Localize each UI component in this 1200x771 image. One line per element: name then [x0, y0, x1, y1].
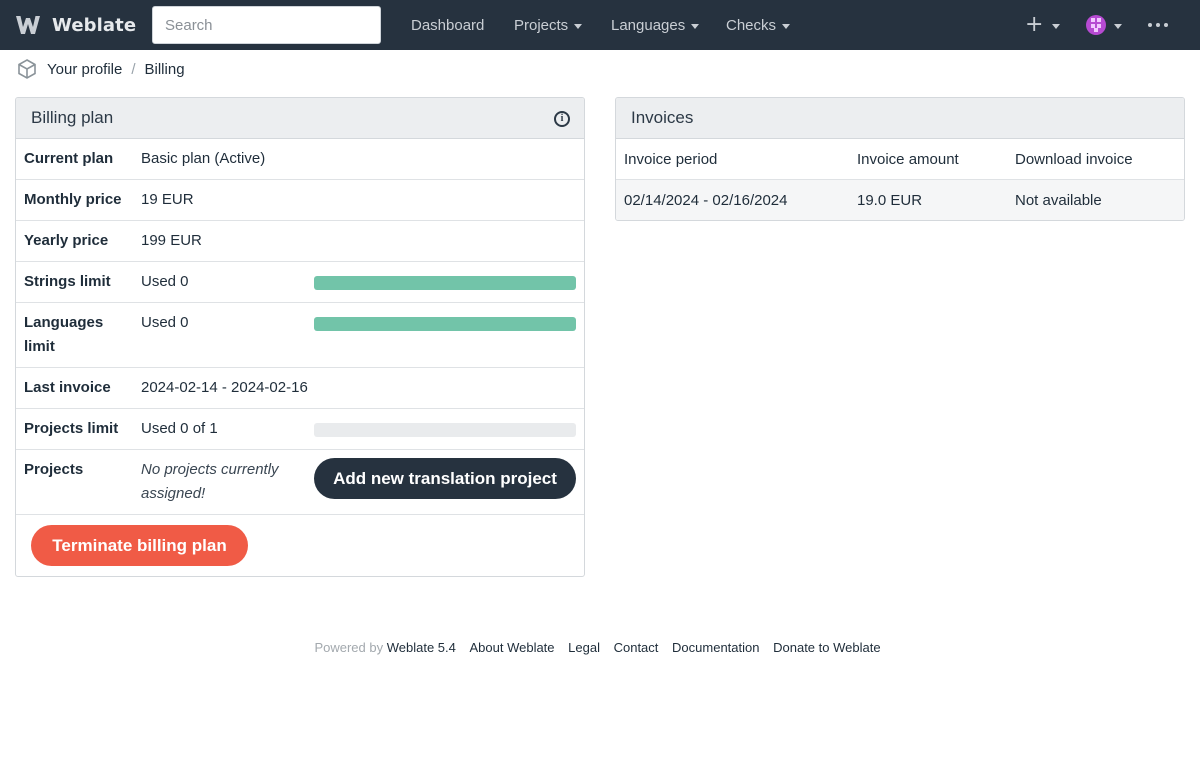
user-menu-dropdown[interactable]	[1086, 0, 1122, 50]
projects-label: Projects	[24, 461, 84, 478]
last-invoice-value: 2024-02-14 - 2024-02-16	[141, 379, 308, 396]
footer-link-documentation[interactable]: Documentation	[672, 640, 759, 655]
row-projects: Projects No projects currently assigned!…	[16, 450, 584, 515]
billing-plan-header: Billing plan i	[16, 98, 584, 139]
add-new-translation-project-button[interactable]: Add new translation project	[314, 458, 576, 499]
info-circle-icon[interactable]: i	[554, 111, 570, 127]
brand-link[interactable]: Weblate	[14, 0, 136, 50]
breadcrumb-billing[interactable]: Billing	[145, 61, 185, 78]
powered-by-text: Powered by	[314, 640, 384, 655]
weblate-logo-icon	[16, 16, 40, 34]
row-projects-limit: Projects limit Used 0 of 1	[16, 409, 584, 450]
invoice-amount-cell: 19.0 EUR	[857, 192, 923, 209]
caret-down-icon	[1114, 23, 1122, 29]
billing-plan-panel: Billing plan i Current plan Basic plan (…	[15, 97, 585, 577]
projects-empty-message: No projects currently assigned!	[141, 461, 279, 502]
monthly-price-label: Monthly price	[24, 191, 122, 208]
invoices-table: Invoice period Invoice amount Download i…	[616, 139, 1184, 220]
nav-dashboard[interactable]: Dashboard	[411, 0, 484, 50]
footer-link-weblate-version[interactable]: Weblate 5.4	[387, 640, 456, 655]
caret-down-icon	[574, 23, 583, 29]
breadcrumb-separator: /	[131, 60, 136, 78]
row-strings-limit: Strings limit Used 0	[16, 262, 584, 303]
row-languages-limit: Languages limit Used 0	[16, 303, 584, 368]
footer: Powered by Weblate 5.4 About Weblate Leg…	[0, 640, 1200, 655]
strings-limit-progress	[314, 276, 576, 290]
nav-languages-label: Languages	[611, 16, 686, 34]
nav-projects-dropdown[interactable]: Projects	[514, 0, 583, 50]
more-menu-button[interactable]	[1148, 0, 1172, 50]
add-menu-dropdown[interactable]: +	[1025, 0, 1061, 50]
table-row: 02/14/2024 - 02/16/2024 19.0 EUR Not ava…	[616, 180, 1184, 220]
invoices-title: Invoices	[631, 108, 694, 127]
top-navbar: Weblate Dashboard Projects Languages Che…	[0, 0, 1200, 50]
nav-checks-dropdown[interactable]: Checks	[726, 0, 791, 50]
footer-link-about[interactable]: About Weblate	[469, 640, 554, 655]
terminate-billing-plan-button[interactable]: Terminate billing plan	[31, 525, 248, 566]
current-plan-label: Current plan	[24, 150, 114, 167]
languages-limit-value: Used 0	[141, 314, 189, 331]
footer-link-legal[interactable]: Legal	[568, 640, 600, 655]
invoices-panel: Invoices Invoice period Invoice amount D…	[615, 97, 1185, 221]
row-yearly-price: Yearly price 199 EUR	[16, 221, 584, 262]
strings-limit-value: Used 0	[141, 273, 189, 290]
row-current-plan: Current plan Basic plan (Active)	[16, 139, 584, 180]
more-dot	[1156, 23, 1160, 27]
row-last-invoice: Last invoice 2024-02-14 - 2024-02-16	[16, 368, 584, 409]
search-input[interactable]	[152, 6, 381, 44]
strings-limit-progress-fill	[314, 276, 576, 290]
invoices-table-header: Invoice period Invoice amount Download i…	[616, 139, 1184, 180]
more-dots-icon	[1148, 23, 1152, 27]
cube-icon	[18, 59, 36, 79]
languages-limit-progress-fill	[314, 317, 576, 331]
invoices-header: Invoices	[616, 98, 1184, 139]
avatar-icon	[1086, 15, 1106, 35]
projects-limit-value: Used 0 of 1	[141, 420, 218, 437]
nav-dashboard-label: Dashboard	[411, 16, 485, 34]
monthly-price-value: 19 EUR	[141, 191, 194, 208]
footer-link-contact[interactable]: Contact	[614, 640, 659, 655]
download-invoice-cell: Not available	[1015, 192, 1102, 209]
yearly-price-label: Yearly price	[24, 232, 109, 249]
caret-down-icon	[691, 23, 700, 29]
breadcrumb: Your profile / Billing	[16, 56, 185, 82]
caret-down-icon	[1052, 23, 1061, 29]
more-dot	[1164, 23, 1168, 27]
plus-icon: +	[1025, 12, 1044, 37]
invoice-period-cell: 02/14/2024 - 02/16/2024	[624, 192, 788, 209]
row-monthly-price: Monthly price 19 EUR	[16, 180, 584, 221]
strings-limit-label: Strings limit	[24, 273, 111, 290]
breadcrumb-your-profile[interactable]: Your profile	[47, 61, 122, 78]
projects-limit-progress	[314, 423, 576, 437]
yearly-price-value: 199 EUR	[141, 232, 202, 249]
nav-languages-dropdown[interactable]: Languages	[611, 0, 700, 50]
column-download-invoice: Download invoice	[1015, 151, 1133, 168]
current-plan-value: Basic plan (Active)	[141, 150, 266, 167]
nav-projects-label: Projects	[514, 16, 569, 34]
languages-limit-label: Languages limit	[24, 314, 104, 355]
languages-limit-progress	[314, 317, 576, 331]
column-invoice-amount: Invoice amount	[857, 151, 959, 168]
last-invoice-label: Last invoice	[24, 379, 111, 396]
nav-checks-label: Checks	[726, 16, 777, 34]
projects-limit-label: Projects limit	[24, 420, 119, 437]
billing-plan-title: Billing plan	[31, 108, 114, 127]
caret-down-icon	[782, 23, 791, 29]
footer-link-donate[interactable]: Donate to Weblate	[773, 640, 880, 655]
billing-actions: Terminate billing plan	[16, 515, 584, 576]
column-invoice-period: Invoice period	[624, 151, 718, 168]
brand-name: Weblate	[52, 14, 137, 36]
